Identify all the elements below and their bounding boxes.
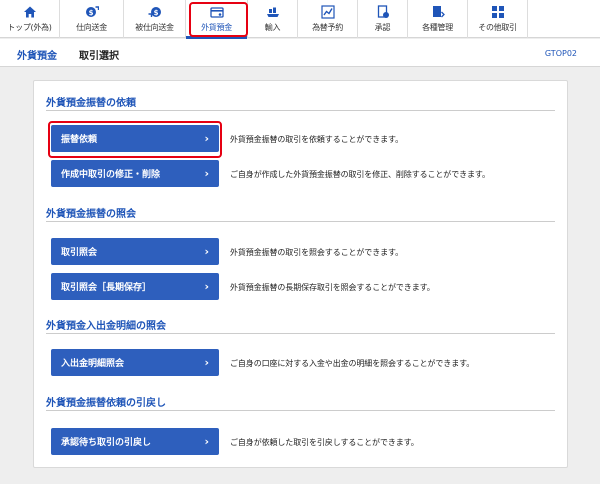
nav-item-fx-contract[interactable]: 為替予約 — [298, 0, 358, 38]
nav-item-other[interactable]: その他取引 — [468, 0, 528, 38]
transfer-request-description: 外貨預金振替の取引を依頼することができます。 — [230, 135, 403, 144]
home-icon — [23, 5, 37, 19]
section-title-transfer-inquiry: 外貨預金振替の照会 — [46, 209, 136, 220]
other-transactions-icon — [491, 5, 505, 19]
section-divider — [46, 221, 555, 222]
button-label: 作成中取引の修正・削除 — [61, 170, 161, 180]
chevron-right-icon: › — [204, 132, 209, 145]
nav-item-top[interactable]: トップ(外為) — [0, 0, 60, 38]
nav-item-label: 被仕向送金 — [135, 23, 174, 32]
incoming-remittance-icon: $ — [148, 5, 162, 19]
long-term-inquiry-button[interactable]: 取引照会［長期保存］ › — [51, 273, 219, 300]
nav-item-import[interactable]: 輸入 — [248, 0, 298, 38]
nav-item-incoming-remittance[interactable]: $ 被仕向送金 — [124, 0, 186, 38]
transaction-inquiry-button[interactable]: 取引照会 › — [51, 238, 219, 265]
nav-item-label: その他取引 — [478, 23, 517, 32]
nav-item-management[interactable]: 各種管理 — [408, 0, 468, 38]
chevron-right-icon: › — [204, 167, 209, 180]
transaction-select-panel: 外貨預金振替の依頼 振替依頼 › 外貨預金振替の取引を依頼することができます。 … — [33, 80, 568, 468]
breadcrumb-section: 外貨預金 — [17, 51, 57, 62]
nav-item-label: 承認 — [374, 23, 391, 32]
page-header: 外貨預金 取引選択 GTOP02 — [0, 39, 600, 67]
withdraw-pending-button[interactable]: 承認待ち取引の引戻し › — [51, 428, 219, 455]
chevron-right-icon: › — [204, 280, 209, 293]
long-term-inquiry-description: 外貨預金振替の長期保存取引を照会することができます。 — [230, 283, 435, 292]
deposit-icon — [209, 5, 224, 19]
management-icon — [431, 5, 445, 19]
nav-item-label: 輸入 — [264, 23, 281, 32]
svg-text:$: $ — [153, 9, 158, 17]
statement-inquiry-button[interactable]: 入出金明細照会 › — [51, 349, 219, 376]
button-label: 振替依頼 — [61, 135, 98, 145]
nav-item-approval[interactable]: 承認 — [358, 0, 408, 38]
chevron-right-icon: › — [204, 356, 209, 369]
section-divider — [46, 110, 555, 111]
transfer-request-button[interactable]: 振替依頼 › — [51, 125, 219, 152]
import-icon — [266, 5, 280, 19]
nav-item-label: 為替予約 — [312, 23, 343, 32]
chevron-right-icon: › — [204, 245, 209, 258]
button-label: 入出金明細照会 — [61, 359, 125, 369]
fx-contract-icon — [320, 5, 335, 19]
nav-item-label: トップ(外為) — [7, 23, 52, 32]
outgoing-remittance-icon: $ — [85, 5, 99, 19]
transaction-inquiry-description: 外貨預金振替の取引を照会することができます。 — [230, 248, 403, 257]
edit-delete-draft-button[interactable]: 作成中取引の修正・削除 › — [51, 160, 219, 187]
global-nav: トップ(外為) $ 仕向送金 $ 被仕向送金 外貨預金 輸入 為替予約 承認 各… — [0, 0, 600, 39]
button-label: 承認待ち取引の引戻し — [61, 438, 152, 448]
withdraw-pending-description: ご自身が依頼した取引を引戻しすることができます。 — [230, 438, 419, 447]
screen-code: GTOP02 — [544, 49, 577, 58]
nav-item-label: 仕向送金 — [76, 23, 107, 32]
nav-item-outgoing-remittance[interactable]: $ 仕向送金 — [60, 0, 124, 38]
approval-icon — [376, 5, 390, 19]
section-divider — [46, 333, 555, 334]
section-title-transfer-request: 外貨預金振替の依頼 — [46, 98, 136, 109]
page-title: 取引選択 — [79, 51, 119, 62]
statement-inquiry-description: ご自身の口座に対する入金や出金の明細を照会することができます。 — [230, 359, 475, 368]
section-title-withdraw-request: 外貨預金振替依頼の引戻し — [46, 398, 166, 409]
chevron-right-icon: › — [204, 435, 209, 448]
section-divider — [46, 410, 555, 411]
section-title-statement-inquiry: 外貨預金入出金明細の照会 — [46, 321, 166, 332]
edit-delete-draft-description: ご自身が作成した外貨預金振替の取引を修正、削除することができます。 — [230, 170, 490, 179]
nav-item-label: 外貨預金 — [201, 23, 232, 32]
button-label: 取引照会［長期保存］ — [61, 283, 152, 293]
nav-item-label: 各種管理 — [422, 23, 453, 32]
svg-text:$: $ — [88, 9, 93, 17]
nav-item-fx-deposit[interactable]: 外貨預金 — [186, 0, 248, 39]
button-label: 取引照会 — [61, 248, 98, 258]
